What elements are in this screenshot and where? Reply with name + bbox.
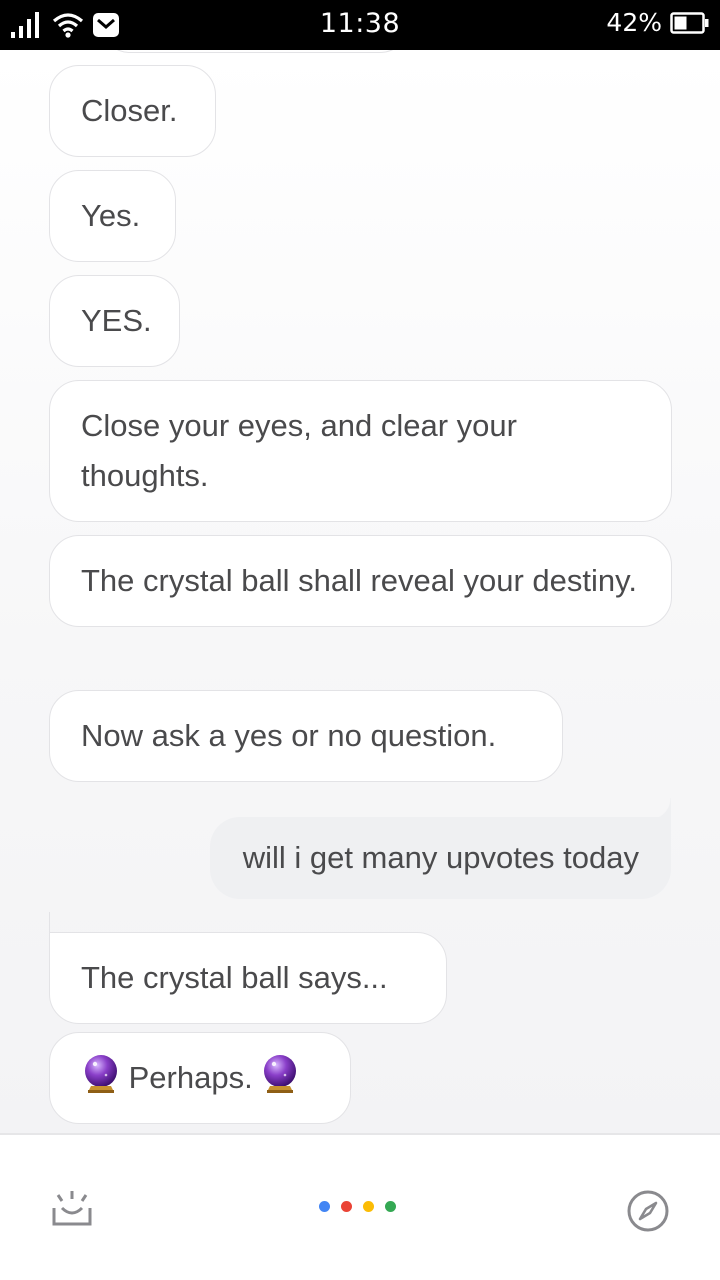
assistant-dot (319, 1201, 330, 1212)
assistant-dot (363, 1201, 374, 1212)
message-text: YES. (81, 303, 152, 338)
message-text: Closer. (81, 93, 178, 128)
assistant-bubble-tail (49, 912, 71, 934)
assistant-message: The crystal ball shall reveal your desti… (49, 535, 672, 627)
assistant-message: Now ask a yes or no question. (49, 690, 563, 782)
updates-tray-icon[interactable] (50, 1188, 94, 1228)
message-text: Perhaps. (128, 1060, 253, 1095)
assistant-message: Close your eyes, and clear your thoughts… (49, 380, 672, 522)
message-text: will i get many upvotes today (242, 840, 639, 875)
message-text: Close your eyes, and clear your thoughts… (81, 408, 517, 493)
crystal-ball-icon (82, 1054, 120, 1094)
assistant-dot (341, 1201, 352, 1212)
status-icons-right: 42% (606, 8, 710, 37)
assistant-activity-dots[interactable] (319, 1201, 396, 1212)
assistant-message: Yes. (49, 170, 176, 262)
compass-icon[interactable] (626, 1189, 670, 1233)
message-text: Now ask a yes or no question. (81, 718, 497, 753)
assistant-message: The crystal ball says... (49, 932, 447, 1024)
battery-percent: 42% (606, 8, 662, 37)
message-text: The crystal ball shall reveal your desti… (81, 563, 637, 598)
assistant-dot (385, 1201, 396, 1212)
conversation[interactable]: Closer. Yes. YES. Close your eyes, and c… (0, 50, 720, 1133)
previous-bubble-edge (100, 50, 410, 53)
user-message: will i get many upvotes today (209, 817, 671, 899)
battery-icon (670, 11, 709, 34)
assistant-message: YES. (49, 275, 180, 367)
assistant-message: Closer. (49, 65, 216, 157)
status-bar: 11:38 42% (0, 0, 720, 50)
crystal-ball-icon (261, 1054, 299, 1094)
message-text: Yes. (81, 198, 141, 233)
assistant-message: Perhaps. (49, 1032, 351, 1124)
bottom-bar (0, 1133, 720, 1280)
message-text: The crystal ball says... (81, 960, 388, 995)
